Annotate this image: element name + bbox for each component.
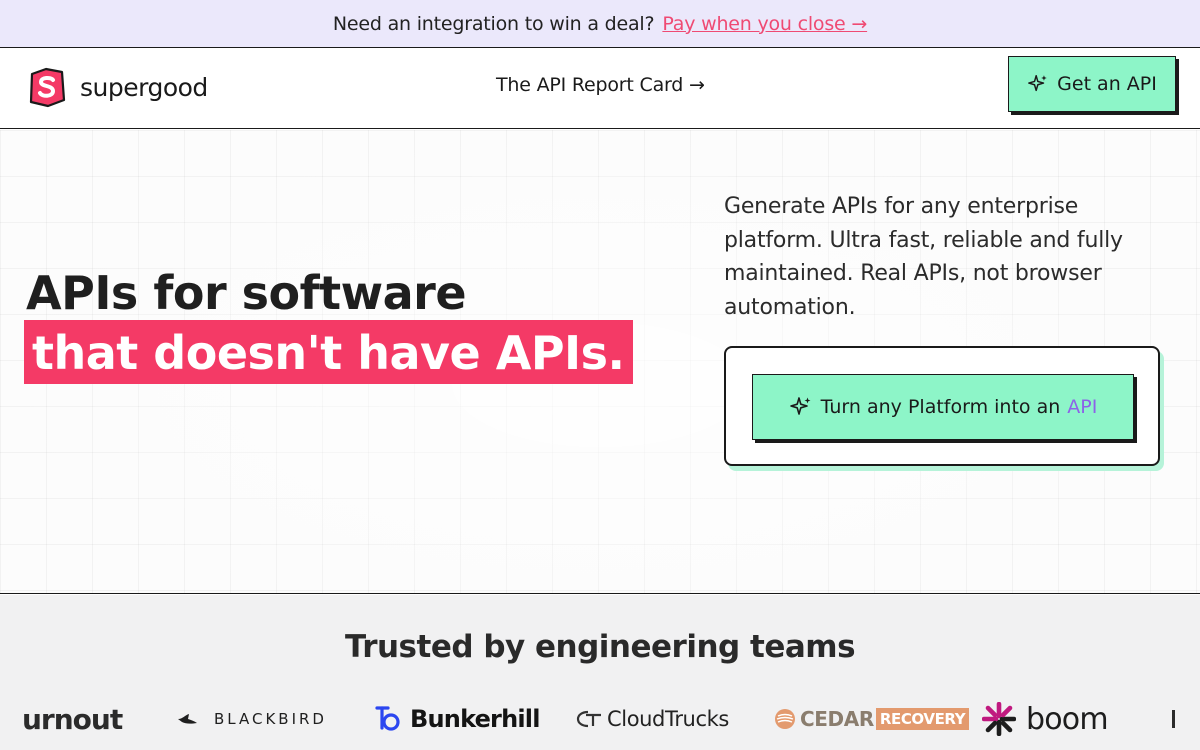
hero-headline-highlight: that doesn't have APIs. bbox=[24, 320, 633, 384]
logo-boom-text: boom bbox=[1026, 701, 1109, 737]
logo-blackbird-text: BLACKBIRD bbox=[214, 710, 327, 728]
hero-section: APIs for software that doesn't have APIs… bbox=[0, 130, 1200, 594]
supergood-s-cape-icon bbox=[29, 67, 66, 108]
logo-bunkerhill-text: Bunkerhill bbox=[410, 705, 540, 733]
hero-description: Generate APIs for any enterprise platfor… bbox=[724, 194, 1123, 320]
brand-name: supergood bbox=[80, 72, 208, 102]
cedar-seal-icon bbox=[775, 709, 795, 729]
hero-headline-line1: APIs for software bbox=[26, 266, 467, 320]
logo-cedar-recovery: CEDAR RECOVERY bbox=[773, 702, 970, 736]
logo-cloudtrucks-text: CloudTrucks bbox=[607, 707, 729, 731]
cloudtrucks-mark-icon bbox=[576, 710, 601, 728]
bird-icon bbox=[178, 714, 197, 724]
api-report-card-link[interactable]: The API Report Card → bbox=[496, 74, 705, 96]
cta-main-accent: API bbox=[1067, 396, 1098, 418]
logo-cedar-text: CEDAR bbox=[800, 707, 874, 731]
trusted-heading: Trusted by engineering teams bbox=[344, 629, 856, 665]
sparkle-icon bbox=[1028, 75, 1047, 92]
site-header: supergood The API Report Card → Get an A… bbox=[0, 48, 1200, 129]
logo-boom: boom bbox=[982, 701, 1109, 737]
announcement-message: Need an integration to win a deal? bbox=[332, 12, 655, 35]
logo-turnout: urnout bbox=[22, 702, 123, 736]
sparkle-icon bbox=[789, 397, 811, 415]
logo-bunkerhill: Bunkerhill bbox=[374, 702, 540, 736]
logo-recovery-text: RECOVERY bbox=[875, 708, 970, 730]
get-an-api-button[interactable]: Get an API bbox=[1008, 56, 1176, 112]
announcement-bar: Need an integration to win a deal? Pay w… bbox=[0, 0, 1200, 48]
hero-cta-card: Turn any Platform into an API bbox=[724, 346, 1160, 466]
cta-main-label: Turn any Platform into an bbox=[820, 396, 1061, 418]
logo-turnout-text: urnout bbox=[22, 702, 123, 736]
trusted-by-section: Trusted by engineering teams urnout BLAC… bbox=[0, 595, 1200, 750]
turn-platform-into-api-button[interactable]: Turn any Platform into an API bbox=[752, 374, 1134, 440]
brand-logo[interactable]: supergood bbox=[26, 66, 208, 108]
logo-partial-next bbox=[1172, 710, 1175, 728]
logo-blackbird: BLACKBIRD bbox=[176, 702, 327, 736]
boom-asterisk-icon bbox=[982, 702, 1016, 736]
logo-cloudtrucks: CloudTrucks bbox=[574, 702, 729, 736]
pay-when-you-close-link[interactable]: Pay when you close → bbox=[662, 13, 867, 35]
get-an-api-label: Get an API bbox=[1057, 73, 1157, 95]
bunkerhill-mark-icon bbox=[375, 706, 400, 731]
